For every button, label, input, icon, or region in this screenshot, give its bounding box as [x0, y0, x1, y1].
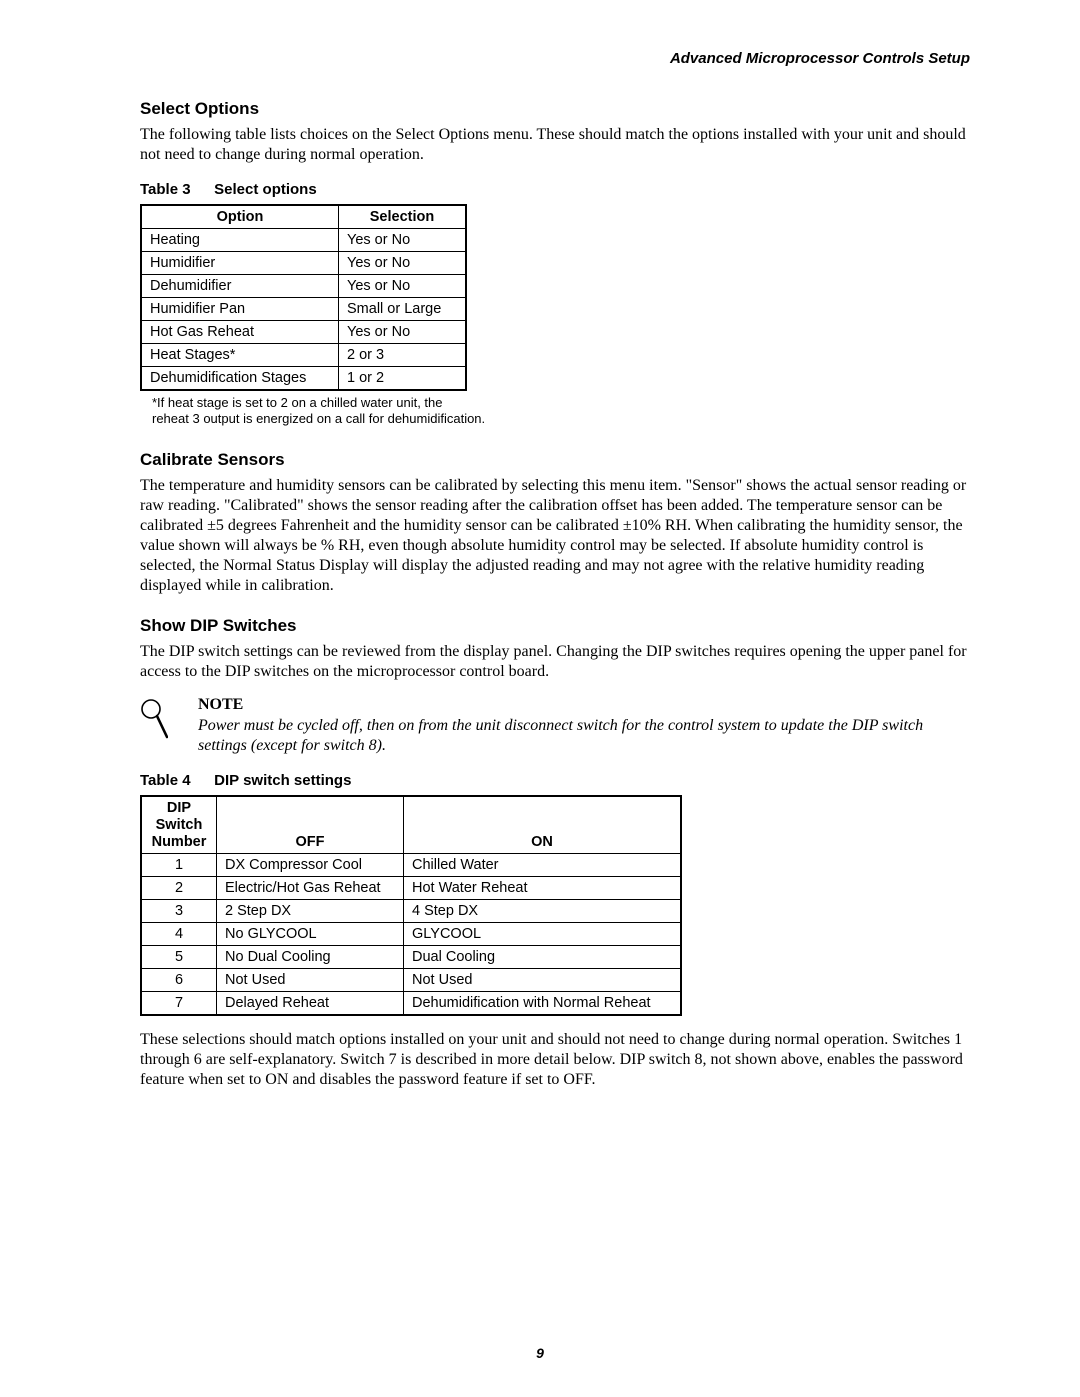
cell: 5: [141, 946, 217, 969]
table-row: Heating Yes or No: [141, 229, 466, 252]
col-off: OFF: [217, 796, 404, 854]
cell: Yes or No: [339, 321, 467, 344]
table-row: Heat Stages* 2 or 3: [141, 344, 466, 367]
cell: Hot Gas Reheat: [141, 321, 339, 344]
cell: Yes or No: [339, 229, 467, 252]
section-title-show-dip-switches: Show DIP Switches: [140, 616, 970, 636]
table3-title: Select options: [214, 181, 317, 198]
section-title-calibrate-sensors: Calibrate Sensors: [140, 450, 970, 470]
section-title-select-options: Select Options: [140, 99, 970, 119]
cell: Chilled Water: [404, 854, 682, 877]
para-calibrate-sensors: The temperature and humidity sensors can…: [140, 476, 970, 596]
cell: No GLYCOOL: [217, 923, 404, 946]
cell: Yes or No: [339, 252, 467, 275]
header-line: DIP: [150, 800, 208, 817]
cell: Humidifier Pan: [141, 298, 339, 321]
cell: Heating: [141, 229, 339, 252]
table-row: Dehumidifier Yes or No: [141, 275, 466, 298]
table-row: Dehumidification Stages 1 or 2: [141, 367, 466, 391]
table-row: 5 No Dual Cooling Dual Cooling: [141, 946, 681, 969]
table4-caption: Table 4 DIP switch settings: [140, 772, 970, 789]
page: Advanced Microprocessor Controls Setup S…: [0, 0, 1080, 1397]
table-row: Humidifier Pan Small or Large: [141, 298, 466, 321]
cell: Humidifier: [141, 252, 339, 275]
cell: Yes or No: [339, 275, 467, 298]
table-dip-switch-settings: DIP Switch Number OFF ON 1 DX Compressor…: [140, 795, 682, 1016]
cell: 2 Step DX: [217, 900, 404, 923]
cell: DX Compressor Cool: [217, 854, 404, 877]
cell: Dehumidifier: [141, 275, 339, 298]
col-selection: Selection: [339, 205, 467, 229]
cell: Not Used: [404, 969, 682, 992]
note-block: NOTE Power must be cycled off, then on f…: [140, 696, 970, 756]
table-row: 1 DX Compressor Cool Chilled Water: [141, 854, 681, 877]
table-row: DIP Switch Number OFF ON: [141, 796, 681, 854]
cell: GLYCOOL: [404, 923, 682, 946]
table-row: 4 No GLYCOOL GLYCOOL: [141, 923, 681, 946]
header-line: Switch: [150, 817, 208, 834]
table-row: Humidifier Yes or No: [141, 252, 466, 275]
header-line: Number: [150, 834, 208, 851]
page-number: 9: [0, 1345, 1080, 1361]
table-row: 3 2 Step DX 4 Step DX: [141, 900, 681, 923]
cell: Dual Cooling: [404, 946, 682, 969]
cell: 2 or 3: [339, 344, 467, 367]
table-row: 6 Not Used Not Used: [141, 969, 681, 992]
cell: Dehumidification with Normal Reheat: [404, 992, 682, 1016]
para-show-dip-switches: The DIP switch settings can be reviewed …: [140, 642, 970, 682]
cell: 4: [141, 923, 217, 946]
cell: 3: [141, 900, 217, 923]
para-select-options: The following table lists choices on the…: [140, 125, 970, 165]
cell: 4 Step DX: [404, 900, 682, 923]
cell: No Dual Cooling: [217, 946, 404, 969]
table3-footnote-line1: *If heat stage is set to 2 on a chilled …: [152, 395, 970, 411]
cell: 6: [141, 969, 217, 992]
note-text: NOTE Power must be cycled off, then on f…: [198, 696, 970, 756]
table3-footnote-line2: reheat 3 output is energized on a call f…: [152, 411, 970, 427]
table-row: 7 Delayed Reheat Dehumidification with N…: [141, 992, 681, 1016]
col-option: Option: [141, 205, 339, 229]
cell: Not Used: [217, 969, 404, 992]
cell: 7: [141, 992, 217, 1016]
cell: Delayed Reheat: [217, 992, 404, 1016]
cell: 1: [141, 854, 217, 877]
cell: Heat Stages*: [141, 344, 339, 367]
cell: 1 or 2: [339, 367, 467, 391]
note-title: NOTE: [198, 696, 970, 714]
table3-caption: Table 3 Select options: [140, 181, 970, 198]
para-dip-explanation: These selections should match options in…: [140, 1030, 970, 1090]
cell: Electric/Hot Gas Reheat: [217, 877, 404, 900]
table4-label: Table 4: [140, 772, 210, 789]
col-dip-switch-number: DIP Switch Number: [141, 796, 217, 854]
col-on: ON: [404, 796, 682, 854]
cell: 2: [141, 877, 217, 900]
table-select-options: Option Selection Heating Yes or No Humid…: [140, 204, 467, 391]
cell: Hot Water Reheat: [404, 877, 682, 900]
table-row: Hot Gas Reheat Yes or No: [141, 321, 466, 344]
magnifier-icon: [140, 698, 168, 740]
cell: Small or Large: [339, 298, 467, 321]
running-head: Advanced Microprocessor Controls Setup: [140, 50, 970, 67]
table-row: Option Selection: [141, 205, 466, 229]
table4-title: DIP switch settings: [214, 772, 351, 789]
table3-label: Table 3: [140, 181, 210, 198]
note-body: Power must be cycled off, then on from t…: [198, 716, 970, 756]
table-row: 2 Electric/Hot Gas Reheat Hot Water Rehe…: [141, 877, 681, 900]
cell: Dehumidification Stages: [141, 367, 339, 391]
